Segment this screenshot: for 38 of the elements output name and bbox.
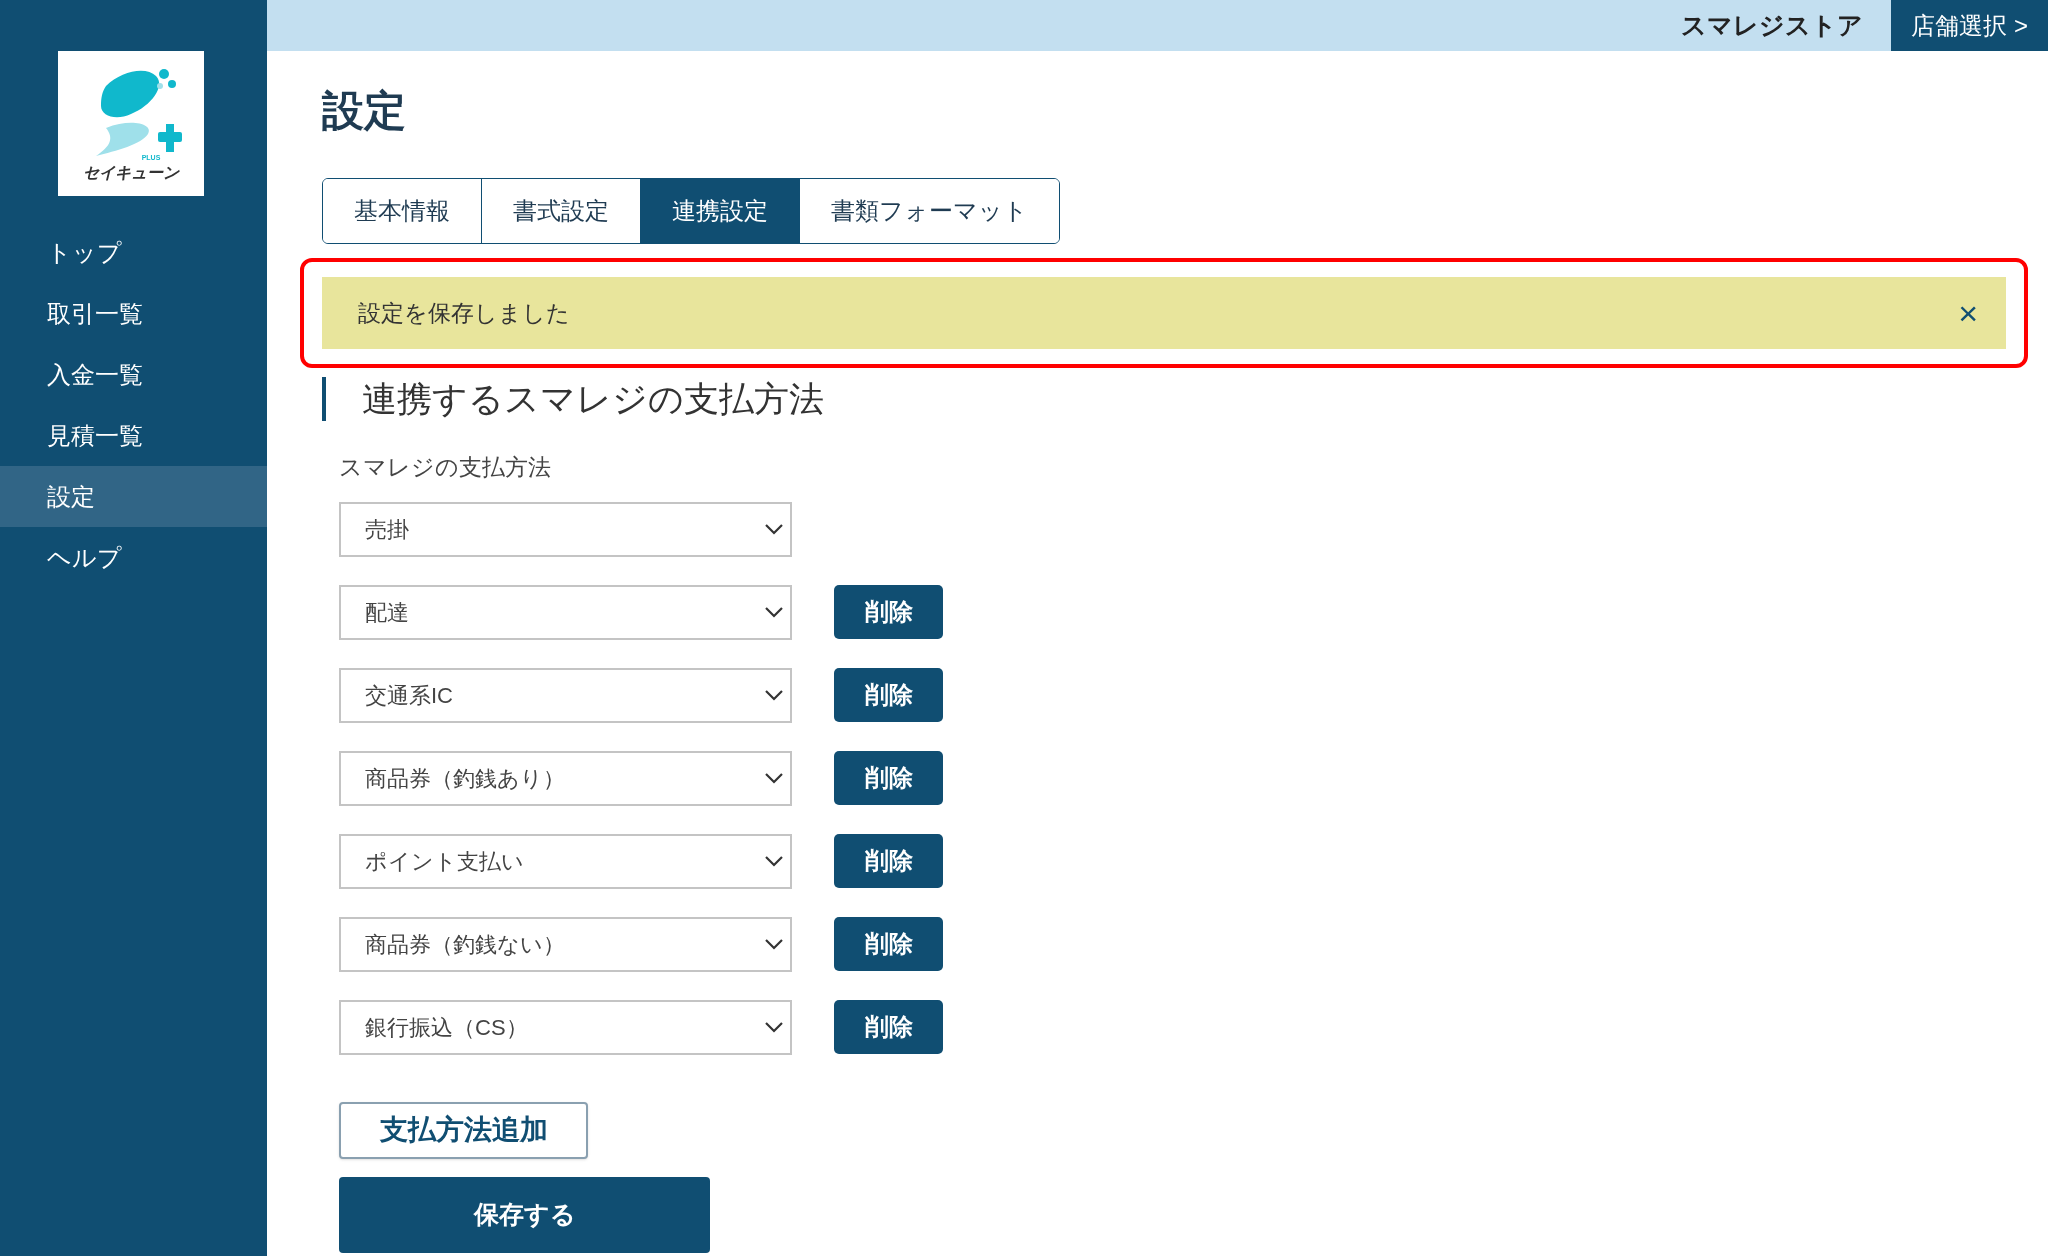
section-title: 連携するスマレジの支払方法 (362, 377, 824, 420)
delete-button[interactable]: 削除 (834, 834, 943, 888)
payment-method-select[interactable]: ポイント支払い (339, 833, 792, 889)
logo-wordmark: セイキューン (83, 165, 179, 181)
sidebar-item[interactable]: 取引一覧 (0, 283, 267, 344)
store-name: スマレジストア (1681, 9, 1864, 41)
delete-button[interactable]: 削除 (834, 1000, 943, 1054)
chevron-down-icon (764, 938, 784, 950)
payment-method-select[interactable]: 商品券（釣銭あり） (339, 750, 792, 806)
payment-method-select[interactable]: 交通系IC (339, 667, 792, 723)
payment-method-select[interactable]: 売掛 (339, 501, 792, 557)
alert-message: 設定を保存しました (358, 298, 570, 328)
chevron-down-icon (764, 772, 784, 784)
page-title: 設定 (322, 86, 407, 136)
chevron-down-icon (764, 855, 784, 867)
sidebar-item[interactable]: 見積一覧 (0, 405, 267, 466)
add-payment-method-button[interactable]: 支払方法追加 (339, 1101, 588, 1159)
tab[interactable]: 書類フォーマット (799, 179, 1059, 243)
payment-method-select[interactable]: 商品券（釣銭ない） (339, 916, 792, 972)
chevron-down-icon (764, 606, 784, 618)
chevron-down-icon (764, 523, 784, 535)
sidebar-item[interactable]: ヘルプ (0, 527, 267, 588)
tab[interactable]: 連携設定 (640, 179, 799, 243)
sidebar-item[interactable]: 入金一覧 (0, 344, 267, 405)
save-button[interactable]: 保存する (339, 1176, 710, 1253)
delete-button[interactable]: 削除 (834, 751, 943, 805)
payment-method-select[interactable]: 銀行振込（CS） (339, 999, 792, 1055)
sidebar-item[interactable]: 設定 (0, 466, 267, 527)
field-label: スマレジの支払方法 (339, 453, 552, 482)
close-button[interactable]: × (1958, 296, 1978, 330)
delete-button[interactable]: 削除 (834, 917, 943, 971)
payment-method-select[interactable]: 配達 (339, 584, 792, 640)
chevron-down-icon (764, 689, 784, 701)
chevron-down-icon (764, 1021, 784, 1033)
delete-button[interactable]: 削除 (834, 668, 943, 722)
delete-button[interactable]: 削除 (834, 585, 943, 639)
sidebar-item[interactable]: トップ (0, 222, 267, 283)
store-select-button[interactable]: 店舗選択 > (1891, 0, 2048, 51)
